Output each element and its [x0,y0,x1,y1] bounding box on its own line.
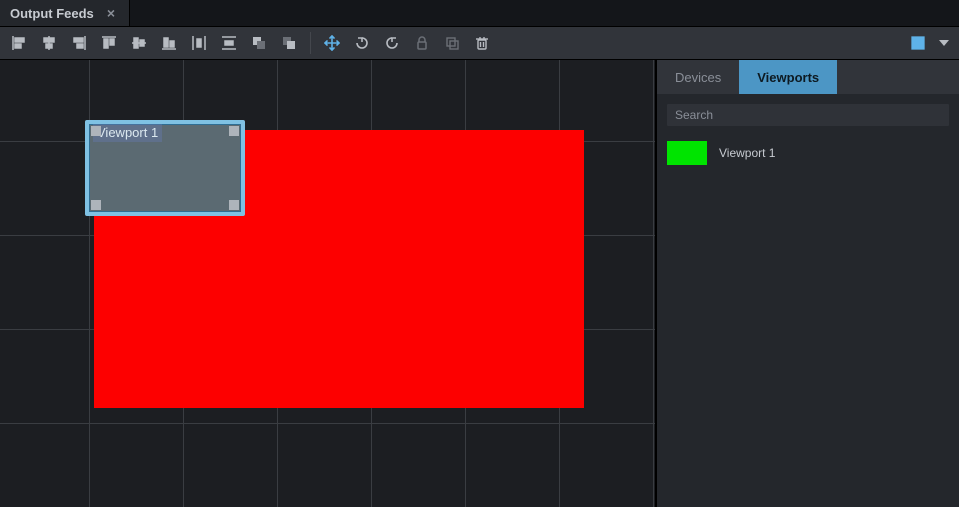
window-tab-output-feeds[interactable]: Output Feeds × [0,0,130,26]
tab-viewports[interactable]: Viewports [739,60,837,94]
align-right-button[interactable] [65,29,93,57]
window-tabstrip: Output Feeds × [0,0,959,26]
align-left-icon [11,35,27,51]
align-top-icon [101,35,117,51]
align-center-v-icon [131,35,147,51]
align-bottom-icon [161,35,177,51]
align-center-v-button[interactable] [125,29,153,57]
rotate-cw-icon [384,35,400,51]
resize-handle-bl[interactable] [91,200,101,210]
chevron-down-icon [939,38,949,48]
search-input[interactable] [667,104,949,126]
window-tab-title: Output Feeds [10,6,94,21]
viewport-list: Viewport 1 [657,132,959,174]
align-center-h-icon [41,35,57,51]
resize-handle-tl[interactable] [91,126,101,136]
list-item[interactable]: Viewport 1 [667,138,949,168]
viewport-item-name: Viewport 1 [719,146,775,160]
close-icon[interactable]: × [103,5,119,21]
viewport-swatch [667,141,707,165]
align-center-h-button[interactable] [35,29,63,57]
rotate-cw-button[interactable] [378,29,406,57]
tab-devices[interactable]: Devices [657,60,739,94]
lock-icon [414,35,430,51]
toolbar [0,26,959,60]
bring-front-icon [281,35,297,51]
align-left-button[interactable] [5,29,33,57]
send-back-icon [251,35,267,51]
right-tabs: Devices Viewports [657,60,959,94]
grid-menu-button[interactable] [934,29,954,57]
viewport-1-label: Viewport 1 [93,124,162,142]
main-area: Viewport 1 Devices Viewports Viewport 1 [0,60,959,507]
viewport-1-box[interactable]: Viewport 1 [85,120,245,216]
distribute-h-icon [191,35,207,51]
lock-button[interactable] [408,29,436,57]
right-panel: Devices Viewports Viewport 1 [657,60,959,507]
align-bottom-button[interactable] [155,29,183,57]
trash-icon [474,35,490,51]
send-back-button[interactable] [245,29,273,57]
rotate-ccw-icon [354,35,370,51]
toolbar-separator [310,32,311,54]
duplicate-icon [444,35,460,51]
output-feeds-app: Output Feeds × [0,0,959,507]
canvas[interactable]: Viewport 1 [0,60,657,507]
delete-button[interactable] [468,29,496,57]
resize-handle-br[interactable] [229,200,239,210]
move-tool-button[interactable] [318,29,346,57]
grid-icon [910,35,926,51]
distribute-h-button[interactable] [185,29,213,57]
bring-front-button[interactable] [275,29,303,57]
duplicate-button[interactable] [438,29,466,57]
move-icon [324,35,340,51]
align-right-icon [71,35,87,51]
resize-handle-tr[interactable] [229,126,239,136]
align-top-button[interactable] [95,29,123,57]
distribute-v-button[interactable] [215,29,243,57]
distribute-v-icon [221,35,237,51]
rotate-ccw-button[interactable] [348,29,376,57]
grid-toggle-button[interactable] [904,29,932,57]
